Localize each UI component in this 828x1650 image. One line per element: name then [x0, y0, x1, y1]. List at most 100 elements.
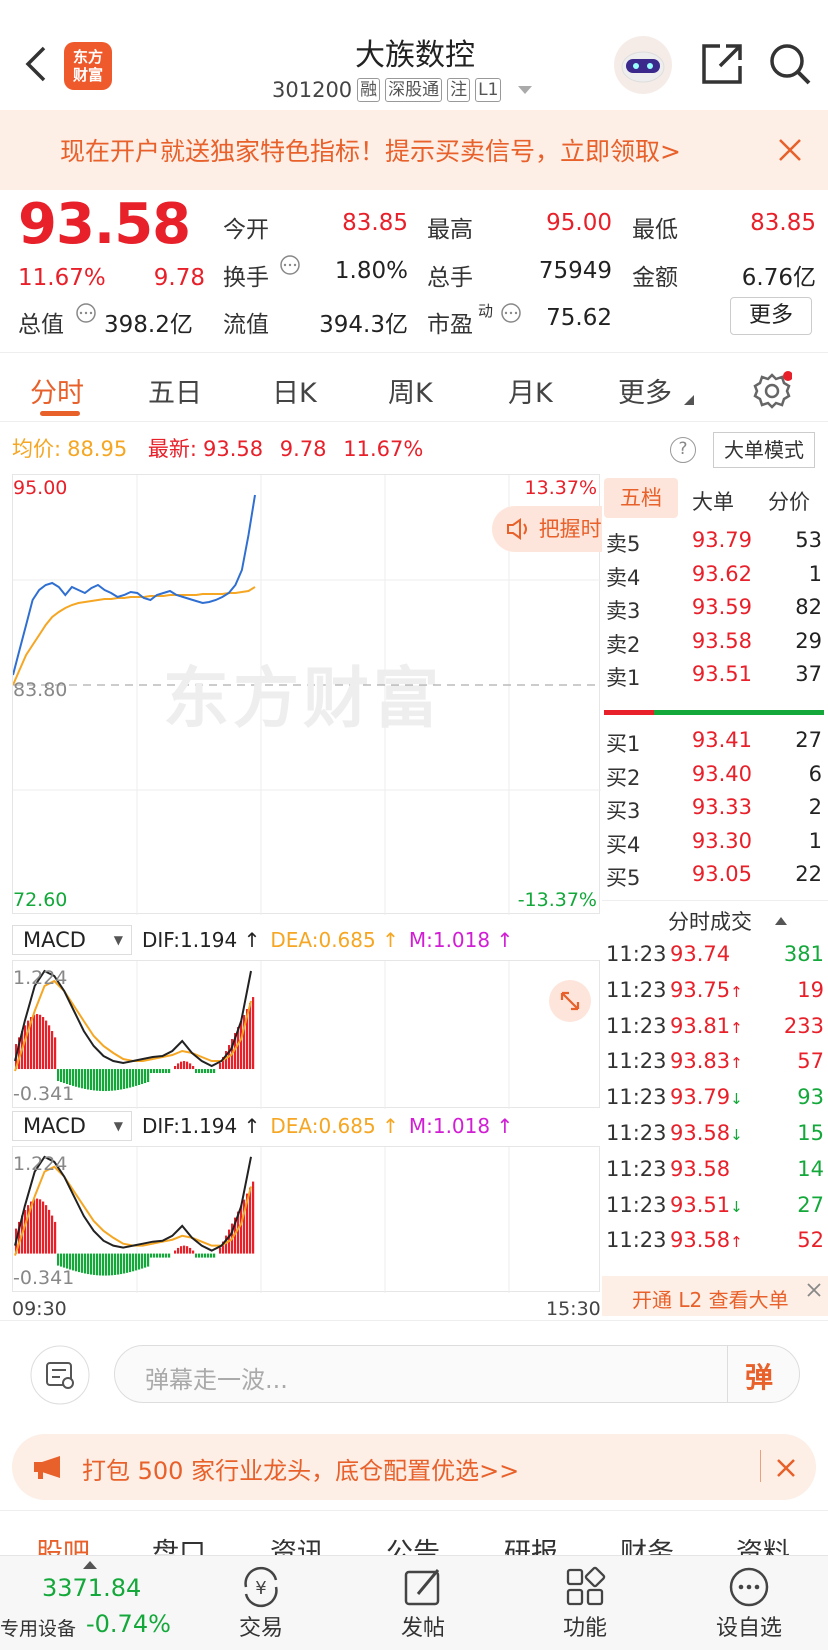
close-icon[interactable]: [778, 138, 802, 162]
ask-row[interactable]: 卖4 93.62 1: [602, 562, 822, 596]
trades-title[interactable]: 分时成交: [668, 906, 752, 936]
more-circle-icon: [729, 1567, 769, 1607]
macd-histogram-bar: [57, 1069, 60, 1082]
close-icon[interactable]: [776, 1458, 796, 1478]
trade-volume: 381: [783, 942, 824, 966]
more-info-icon[interactable]: [279, 254, 301, 276]
nav-post-label: 发帖: [400, 1616, 445, 1641]
macd-histogram-bar: [144, 1253, 147, 1268]
trade-price-value: 93.58: [670, 1121, 731, 1145]
trade-price: 93.74: [670, 942, 760, 966]
expand-icon[interactable]: [548, 979, 592, 1023]
latest-change: 9.78: [279, 437, 327, 461]
macd-panel-2[interactable]: 1.224 -0.341: [12, 1146, 600, 1293]
big-order-mode-button[interactable]: 大单模式: [713, 432, 815, 468]
tab-monthly-k[interactable]: 月K: [508, 371, 553, 410]
bid-volume: 6: [808, 761, 822, 786]
tab-finance[interactable]: 财务: [620, 1531, 674, 1558]
ask-volume: 82: [795, 595, 822, 620]
tab-price-dist[interactable]: 分价: [768, 486, 810, 516]
bid-row[interactable]: 买1 93.41 27: [602, 728, 822, 762]
low-value: 83.85: [750, 210, 816, 236]
bid-row[interactable]: 买4 93.30 1: [602, 829, 822, 863]
indicator-select[interactable]: MACD: [12, 925, 132, 955]
macd-panel[interactable]: 1.224 -0.341: [12, 960, 600, 1109]
megaphone-icon: [34, 1456, 60, 1479]
speaker-pill[interactable]: 把握时: [492, 506, 602, 552]
tab-five-day[interactable]: 五日: [148, 371, 202, 410]
trade-time: 11:23: [606, 1121, 667, 1145]
order-book-panel: 五档 大单 分价 卖5 93.79 53 卖4 93.62 1 卖3 93.59 82 卖2 93.…: [602, 474, 828, 1316]
danmu-toggle-icon[interactable]: [30, 1345, 90, 1405]
tab-research[interactable]: 研报: [504, 1531, 558, 1558]
ask-row[interactable]: 卖1 93.51 37: [602, 662, 822, 696]
share-icon[interactable]: [700, 42, 744, 86]
bid-volume: 27: [795, 728, 822, 752]
amount-label: 金额: [632, 265, 678, 291]
ask-row[interactable]: 卖5 93.79 53: [602, 528, 822, 562]
bid-row[interactable]: 买2 93.40 6: [602, 762, 822, 796]
account-promo-banner[interactable]: 现在开户就送独家特色指标！提示买卖信号，立即领取>: [0, 110, 828, 190]
danmu-input[interactable]: 弹幕走一波... 弹: [114, 1345, 800, 1403]
tab-daily-k[interactable]: 日K: [272, 371, 317, 410]
bid-level-label: 买5: [606, 866, 641, 891]
tab-profile[interactable]: 资料: [736, 1531, 790, 1558]
macd-histogram-bar: [75, 1069, 78, 1087]
trade-price-value: 93.58: [670, 1228, 731, 1253]
nav-post[interactable]: 发帖: [368, 1564, 478, 1642]
back-icon[interactable]: [24, 46, 48, 82]
macd-histogram-bar: [195, 1069, 198, 1074]
trade-price: 93.58: [670, 1157, 760, 1181]
nav-trade[interactable]: ¥ 交易: [206, 1564, 316, 1642]
promo-banner[interactable]: 打包 500 家行业龙头，底仓配置优选>>: [12, 1434, 816, 1500]
macd-histogram-bar: [150, 1069, 153, 1074]
more-info-icon[interactable]: [75, 302, 97, 324]
help-icon[interactable]: ?: [670, 437, 696, 463]
macd-histogram-bar: [120, 1069, 123, 1090]
divider: [760, 1450, 761, 1482]
tab-forum[interactable]: 股吧: [36, 1531, 90, 1558]
ask-volume: 37: [795, 662, 822, 687]
tab-five-level[interactable]: 五档: [604, 478, 678, 518]
tab-big-order[interactable]: 大单: [692, 486, 734, 516]
macd-histogram-bar: [147, 1069, 150, 1083]
open-label: 今开: [223, 217, 269, 243]
robot-assistant-icon[interactable]: [612, 34, 674, 96]
close-icon[interactable]: [804, 1280, 824, 1300]
sort-caret-icon[interactable]: [774, 916, 788, 926]
macd-histogram-bar: [135, 1253, 138, 1271]
ask-row[interactable]: 卖2 93.58 29: [602, 629, 822, 663]
tab-intraday[interactable]: 分时: [30, 371, 84, 410]
more-info-icon[interactable]: [500, 302, 522, 324]
macd-histogram-bar: [42, 1017, 45, 1070]
macd-histogram-bar: [48, 1209, 51, 1254]
index-value[interactable]: 3371.84: [42, 1574, 141, 1602]
dropdown-caret-icon[interactable]: [516, 84, 534, 96]
trade-direction-arrow: ↓: [730, 1126, 743, 1144]
tab-announcements[interactable]: 公告: [386, 1531, 440, 1558]
nav-add-watchlist[interactable]: 设自选: [694, 1564, 804, 1642]
ask-row[interactable]: 卖3 93.59 82: [602, 595, 822, 629]
macd-histogram-bar: [150, 1253, 153, 1258]
macd-histogram-bar: [24, 1209, 27, 1254]
macd-histogram-bar: [108, 1069, 111, 1091]
macd-histogram-bar: [153, 1253, 156, 1258]
indicator-select-2[interactable]: MACD: [12, 1111, 132, 1141]
tab-more[interactable]: 更多: [618, 371, 672, 410]
l2-upsell[interactable]: 开通 L2 查看大单: [602, 1276, 828, 1316]
tab-orderbook[interactable]: 盘口: [152, 1531, 206, 1558]
settings-gear-icon[interactable]: [752, 371, 792, 411]
bid-row[interactable]: 买3 93.33 2: [602, 795, 822, 829]
macd-histogram-bar: [51, 1031, 54, 1070]
bid-row[interactable]: 买5 93.05 22: [602, 862, 822, 896]
search-icon[interactable]: [768, 42, 812, 86]
send-danmu-button[interactable]: 弹: [745, 1356, 773, 1396]
tab-news[interactable]: 资讯: [270, 1531, 324, 1558]
macd-histogram-bar: [198, 1253, 201, 1258]
tab-weekly-k[interactable]: 周K: [388, 371, 433, 410]
turnover-value: 1.80%: [334, 258, 408, 284]
more-button[interactable]: 更多: [730, 297, 812, 335]
nav-functions[interactable]: 功能: [530, 1564, 640, 1642]
macd-histogram-bar: [117, 1253, 120, 1275]
expand-up-icon[interactable]: [82, 1560, 98, 1570]
